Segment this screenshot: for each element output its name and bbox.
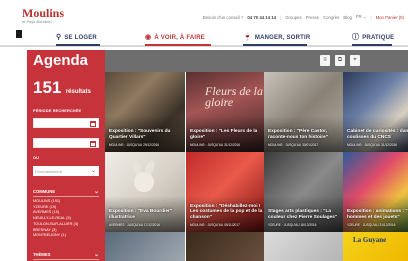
- period-label: PÉRIODE RECHERCHÉE: [33, 109, 82, 113]
- nav-underline-active: [145, 44, 211, 46]
- language-select[interactable]: FR ⌄: [356, 14, 367, 20]
- site-logo[interactable]: Moulins et Pays Bourbon: [22, 7, 64, 24]
- link-blog[interactable]: Blog: [343, 15, 352, 20]
- link-congres[interactable]: Congrès: [323, 15, 339, 20]
- event-card[interactable]: Exposition : "Déshabillez-moi ! Les cost…: [186, 152, 266, 232]
- info-icon: ⓘ: [352, 34, 360, 41]
- commune-header[interactable]: COMMUNE ⌄: [33, 189, 99, 197]
- bed-icon: ⚲: [56, 34, 62, 41]
- map-pin-icon[interactable]: ⌖: [350, 55, 360, 66]
- divider: |: [370, 14, 372, 20]
- commune-label: COMMUNE: [33, 189, 56, 194]
- event-card[interactable]: Fleurs de la gloire Exposition : "Les Fl…: [186, 72, 266, 152]
- commune-item[interactable]: MONTBEUGNY (1): [33, 233, 78, 239]
- card-meta: YZEURE · JUSQU'AU 16/12/2016: [268, 223, 317, 227]
- poster-text: Fleurs de la gloire: [205, 84, 263, 109]
- select-value: Prochainement: [35, 169, 62, 174]
- card-title: Exposition : "Père Castor, raconte-nous …: [268, 129, 329, 140]
- themes-label: THÈMES: [33, 252, 51, 257]
- date-to-input[interactable]: [33, 138, 99, 148]
- nav-underline: [243, 44, 307, 46]
- event-card[interactable]: Exposition : animations : "Des hommes et…: [343, 152, 408, 232]
- commune-item[interactable]: TOULON-SUR-ALLIER (3): [33, 222, 78, 228]
- nav-manger-sortir[interactable]: 🍷 MANGER, SORTIR: [243, 34, 310, 41]
- event-card[interactable]: [264, 232, 344, 261]
- top-links: Besoin d'un conseil ? 04 70 44 14 14 | G…: [203, 14, 404, 20]
- page-title: Agenda: [33, 52, 89, 69]
- divider: |: [280, 14, 282, 20]
- card-title: Cabinet de curiosités : dans les couliss…: [347, 129, 408, 140]
- black-tab: [16, 30, 22, 38]
- event-card[interactable]: [105, 232, 185, 261]
- chevron-down-icon: ⌄: [93, 252, 99, 258]
- event-card[interactable]: [186, 232, 266, 261]
- nav-label: À VOIR, À FAIRE: [154, 34, 205, 41]
- list-view-icon[interactable]: ≡: [320, 55, 330, 66]
- card-title: Exposition : "Eva Bourdier" illustratric…: [109, 209, 173, 220]
- themes-header[interactable]: THÈMES ⌄: [33, 252, 99, 260]
- nav-se-loger[interactable]: ⚲ SE LOGER: [56, 34, 97, 41]
- card-meta: YZEURE · JUSQU'AU 31/12/2016: [347, 223, 396, 227]
- phone-number[interactable]: 04 70 44 14 14: [247, 15, 276, 20]
- card-meta: MOULINS · JUSQU'AU 05/11/2017: [190, 223, 240, 227]
- cart-link[interactable]: Mon Panier (0): [376, 15, 404, 20]
- nav-label: SE LOGER: [64, 34, 97, 41]
- card-meta: MOULINS · JUSQU'AU 31/12/2016: [347, 143, 398, 147]
- poster-text: La Guyane: [353, 236, 387, 244]
- card-title: Exposition : "Souvenirs du Quartier Vill…: [109, 129, 171, 140]
- event-card[interactable]: Exposition : "Eva Bourdier" illustratric…: [105, 152, 185, 232]
- period-select[interactable]: Prochainement ⌄: [33, 166, 99, 176]
- card-meta: MOULINS · JUSQU'AU 29/12/2016: [109, 143, 160, 147]
- event-card[interactable]: Cabinet de curiosités : dans les couliss…: [343, 72, 408, 152]
- site-header: Moulins et Pays Bourbon Besoin d'un cons…: [0, 0, 408, 30]
- card-title: Exposition : animations : "Des hommes et…: [347, 209, 408, 220]
- card-meta: MOULINS · JUSQU'AU 31/12/2016: [190, 143, 241, 147]
- nav-underline: [352, 44, 392, 46]
- calendar-icon[interactable]: [90, 121, 96, 127]
- eye-icon: ◉: [145, 34, 152, 41]
- event-card[interactable]: Exposition : "Père Castor, raconte-nous …: [264, 72, 344, 152]
- or-label: OU: [33, 156, 40, 160]
- nav-label: PRATIQUE: [362, 34, 395, 41]
- link-presse[interactable]: Presse: [306, 15, 319, 20]
- event-card[interactable]: La Guyane: [343, 232, 408, 261]
- results-toolbar: ≡ ⧉ ⌖: [105, 50, 408, 72]
- event-card[interactable]: Exposition : "Souvenirs du Quartier Vill…: [105, 72, 185, 152]
- date-from-input[interactable]: [33, 118, 99, 128]
- filter-icon[interactable]: ⧉: [335, 55, 345, 66]
- card-title: Stages arts plastiques : "La couleur che…: [268, 209, 338, 220]
- result-number: 151: [33, 78, 62, 97]
- nav-pratique[interactable]: ⓘ PRATIQUE: [352, 34, 394, 41]
- main-nav: ⚲ SE LOGER ◉ À VOIR, À FAIRE 🍷 MANGER, S…: [0, 30, 408, 47]
- glass-icon: 🍷: [243, 34, 252, 41]
- bunny-illustration: [130, 159, 158, 194]
- contact-label: Besoin d'un conseil ?: [202, 14, 244, 20]
- nav-a-voir-a-faire[interactable]: ◉ À VOIR, À FAIRE: [145, 34, 205, 41]
- logo-text: Moulins: [22, 6, 65, 20]
- card-meta: MOULINS · JUSQU'AU 30/01/2017: [268, 143, 319, 147]
- commune-list: MOULINS (191) YZEURE (19) AVERMES (15) N…: [33, 199, 78, 239]
- link-groupes[interactable]: Groupes: [285, 15, 301, 20]
- nav-underline: [56, 44, 100, 46]
- event-card[interactable]: Stages arts plastiques : "La couleur che…: [264, 152, 344, 232]
- chevron-down-icon: ⌄: [90, 168, 96, 174]
- card-title: Exposition : "Déshabillez-moi ! Les cost…: [190, 203, 263, 220]
- card-title: Exposition : "Les Fleurs de la gloire": [190, 129, 258, 140]
- chevron-down-icon: ⌄: [93, 189, 99, 195]
- result-count: 151 résultats: [33, 78, 91, 98]
- calendar-icon[interactable]: [90, 141, 96, 147]
- result-label: résultats: [65, 89, 91, 95]
- card-meta: AVERMES · JUSQU'AU 17/12/2016: [109, 223, 160, 227]
- nav-label: MANGER, SORTIR: [254, 34, 311, 41]
